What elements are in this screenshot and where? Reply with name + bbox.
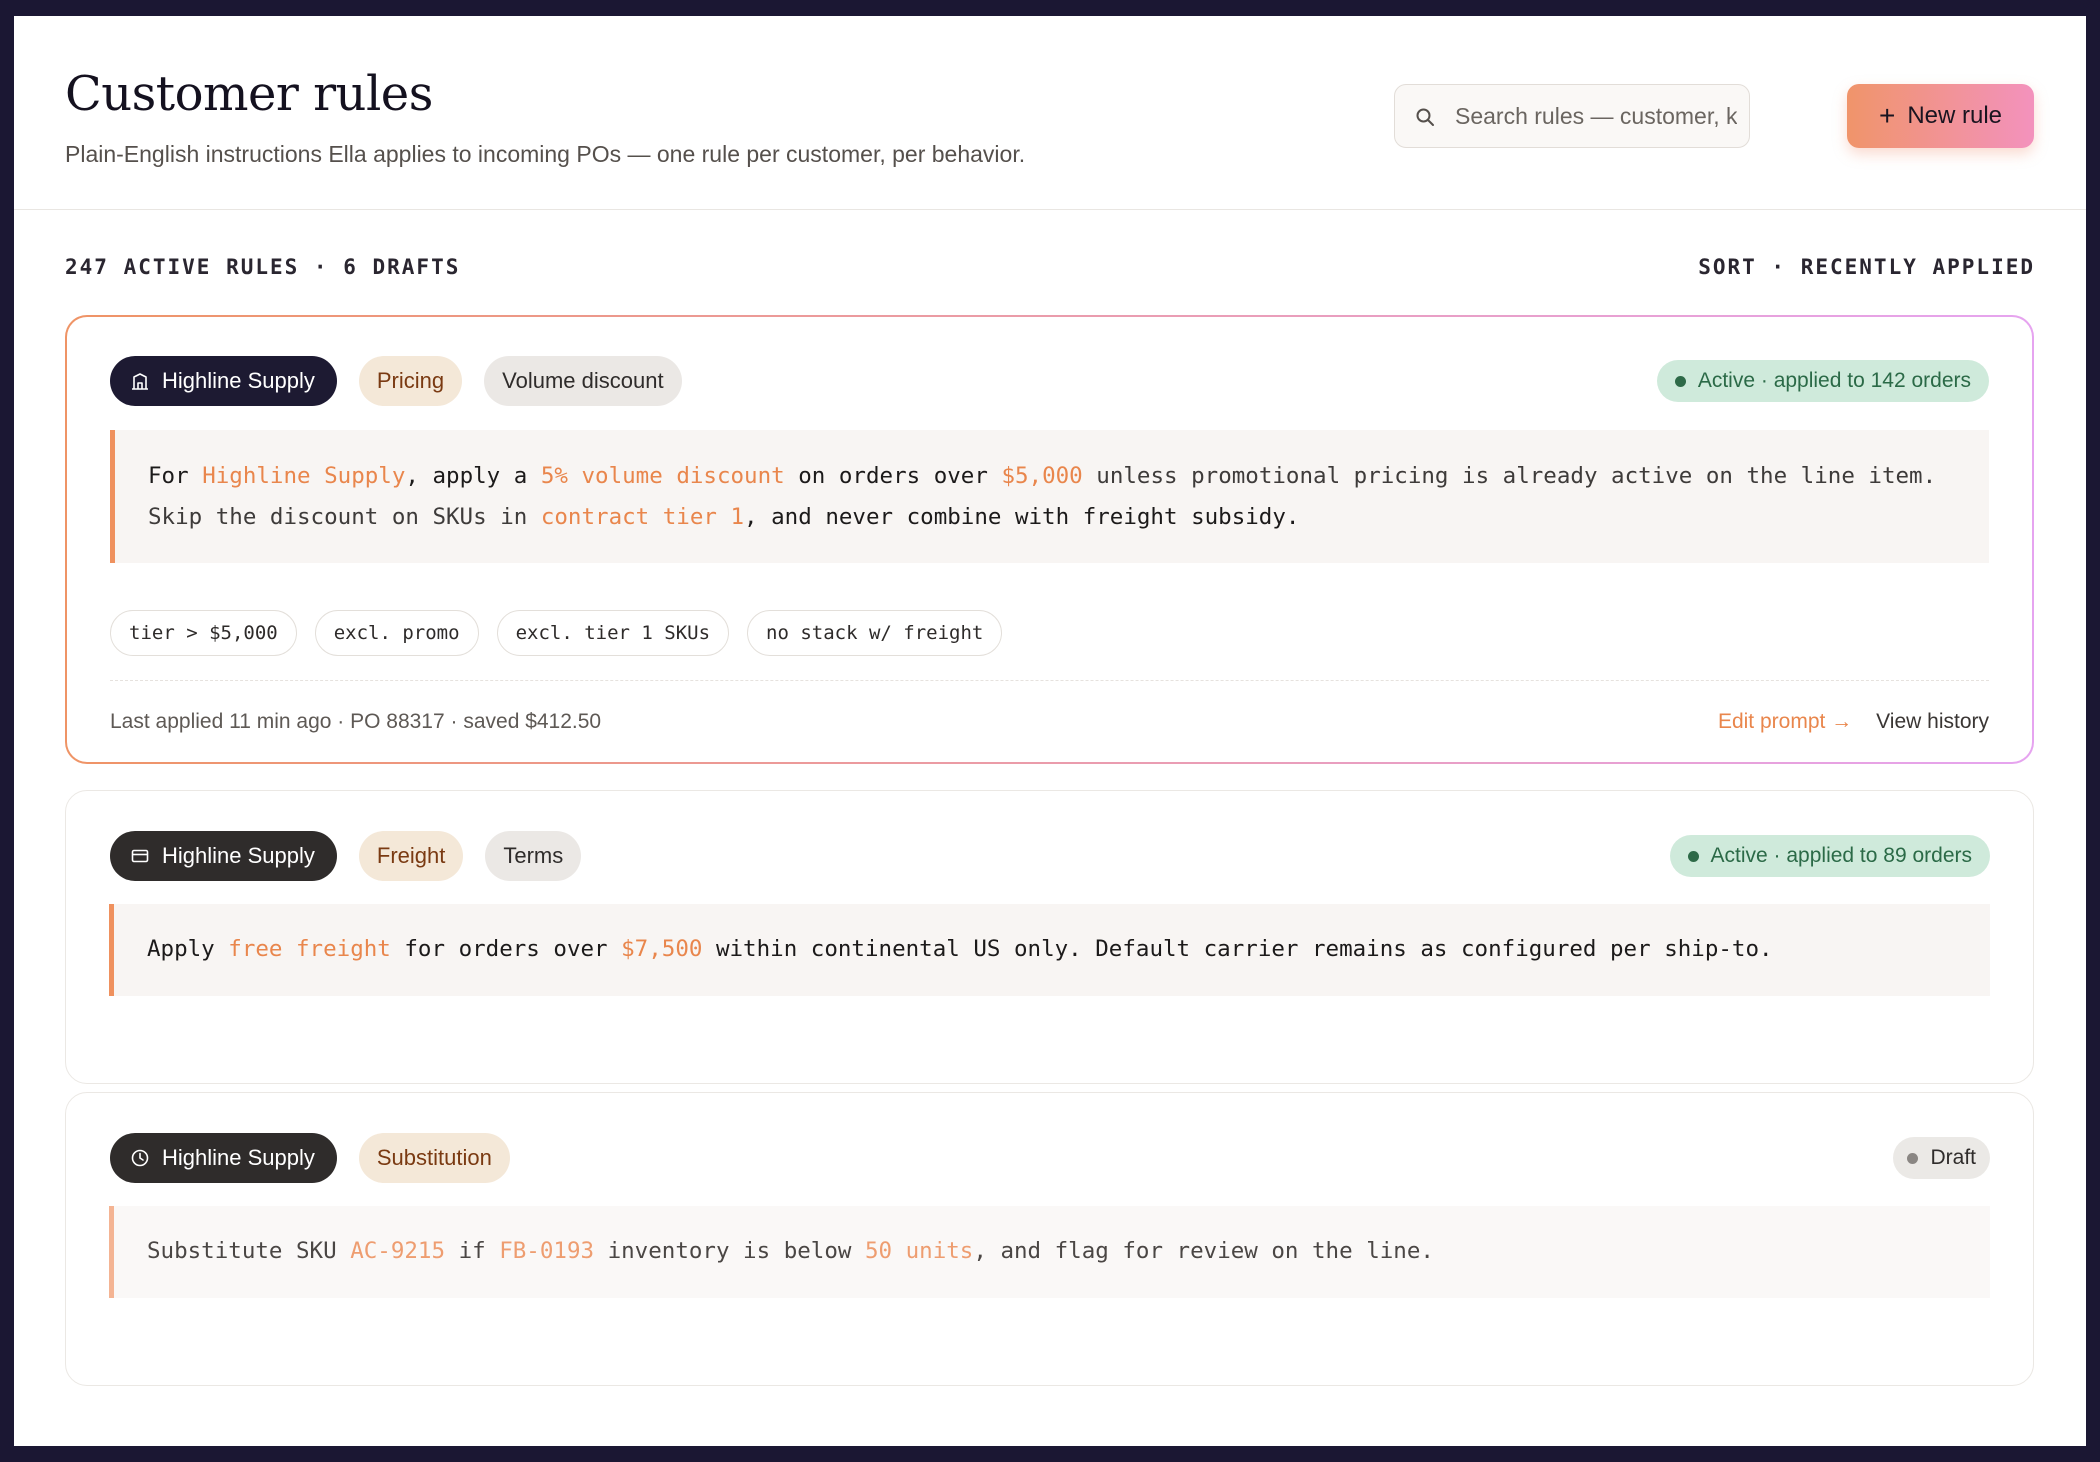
sort-control[interactable]: SORT · RECENTLY APPLIED: [1698, 255, 2035, 279]
status-dot: [1674, 375, 1686, 387]
customer-name: Highline Supply: [162, 368, 315, 393]
condition-tag[interactable]: tier > $5,000: [110, 610, 297, 656]
status-text: Active · applied to 89 orders: [1710, 844, 1972, 867]
category-chip[interactable]: Pricing: [358, 356, 463, 406]
app-window: Customer rules Plain-English instruction…: [14, 16, 2086, 1446]
prompt-text: within continental US only. Default carr…: [702, 936, 1773, 962]
condition-tag[interactable]: no stack w/ freight: [747, 610, 1003, 656]
rule-card[interactable]: Highline Supply Substitution Draft Subst…: [65, 1092, 2034, 1386]
page-header: Customer rules Plain-English instruction…: [14, 16, 2086, 210]
search-box[interactable]: [1394, 84, 1750, 148]
rule-prompt[interactable]: For Highline Supply, apply a 5% volume d…: [110, 430, 1989, 563]
rule-chips: Highline Supply Pricing Volume discount: [110, 356, 682, 406]
prompt-text: Apply: [147, 936, 229, 962]
view-history-link[interactable]: View history: [1876, 710, 1989, 734]
customer-chip[interactable]: Highline Supply: [110, 1133, 337, 1183]
prompt-text: Substitute SKU: [147, 1238, 351, 1264]
prompt-text: , apply a: [405, 463, 541, 489]
status-text: Draft: [1930, 1146, 1976, 1169]
prompt-text: , and never combine with freight subsidy…: [744, 504, 1300, 530]
prompt-highlight: 50 units: [864, 1238, 974, 1264]
type-chip[interactable]: Terms: [485, 831, 582, 881]
prompt-highlight: $5,000: [1001, 463, 1083, 489]
rule-counts: 247 ACTIVE RULES · 6 DRAFTS: [65, 255, 461, 279]
prompt-text: inventory is below: [594, 1238, 865, 1264]
search-input[interactable]: [1455, 85, 1737, 147]
condition-tag[interactable]: excl. promo: [314, 610, 479, 656]
rule-card[interactable]: Highline Supply Freight Terms Active · a…: [65, 790, 2034, 1084]
status-badge: Draft: [1893, 1137, 1990, 1179]
prompt-text: on orders over: [784, 463, 1002, 489]
prompt-highlight: FB-0193: [499, 1238, 595, 1264]
last-applied-info: Last applied 11 min ago · PO 88317 · sav…: [110, 710, 602, 733]
customer-name: Highline Supply: [162, 843, 315, 868]
prompt-highlight: free freight: [228, 936, 391, 962]
rule-chips: Highline Supply Freight Terms: [110, 831, 582, 881]
category-chip[interactable]: Freight: [358, 831, 464, 881]
rule-card[interactable]: Highline Supply Pricing Volume discount …: [65, 315, 2034, 764]
search-icon: [1416, 108, 1434, 126]
clock-icon: [131, 1149, 149, 1167]
rule-chips: Highline Supply Substitution: [110, 1133, 510, 1183]
prompt-text: , and flag for review on the line.: [973, 1238, 1434, 1264]
type-chip[interactable]: Volume discount: [484, 356, 682, 406]
new-rule-button[interactable]: + New rule: [1847, 84, 2034, 148]
status-badge: Active · applied to 89 orders: [1669, 835, 1990, 877]
page-title: Customer rules: [65, 66, 433, 122]
customer-name: Highline Supply: [162, 1145, 315, 1170]
prompt-highlight: 5% volume discount: [540, 463, 785, 489]
plus-icon: +: [1878, 100, 1896, 131]
prompt-highlight: contract tier 1: [540, 504, 745, 530]
condition-tag[interactable]: excl. tier 1 SKUs: [496, 610, 730, 656]
customer-chip[interactable]: Highline Supply: [110, 356, 337, 406]
prompt-highlight: AC-9215: [350, 1238, 446, 1264]
prompt-text: if: [445, 1238, 500, 1264]
prompt-highlight: Highline Supply: [202, 463, 406, 489]
status-dot: [1907, 1152, 1919, 1164]
new-rule-label: New rule: [1907, 102, 2003, 129]
prompt-text: for orders over: [390, 936, 622, 962]
page-subtitle: Plain-English instructions Ella applies …: [65, 141, 1026, 167]
rule-prompt[interactable]: Substitute SKU AC-9215 if FB-0193 invent…: [109, 1206, 1990, 1298]
rule-prompt[interactable]: Apply free freight for orders over $7,50…: [109, 904, 1990, 996]
prompt-highlight: $7,500: [621, 936, 703, 962]
condition-tags: tier > $5,000 excl. promo excl. tier 1 S…: [110, 610, 1003, 656]
status-text: Active · applied to 142 orders: [1697, 369, 1971, 392]
building-icon: [132, 373, 148, 390]
prompt-text: For: [148, 463, 203, 489]
card-actions: Edit prompt → View history: [1718, 710, 1989, 734]
edit-prompt-link[interactable]: Edit prompt →: [1718, 710, 1852, 734]
card-divider: [110, 680, 1989, 681]
customer-chip[interactable]: Highline Supply: [110, 831, 337, 881]
card-icon: [131, 849, 149, 863]
status-badge: Active · applied to 142 orders: [1656, 360, 1989, 402]
status-dot: [1687, 850, 1699, 862]
category-chip[interactable]: Substitution: [358, 1133, 510, 1183]
